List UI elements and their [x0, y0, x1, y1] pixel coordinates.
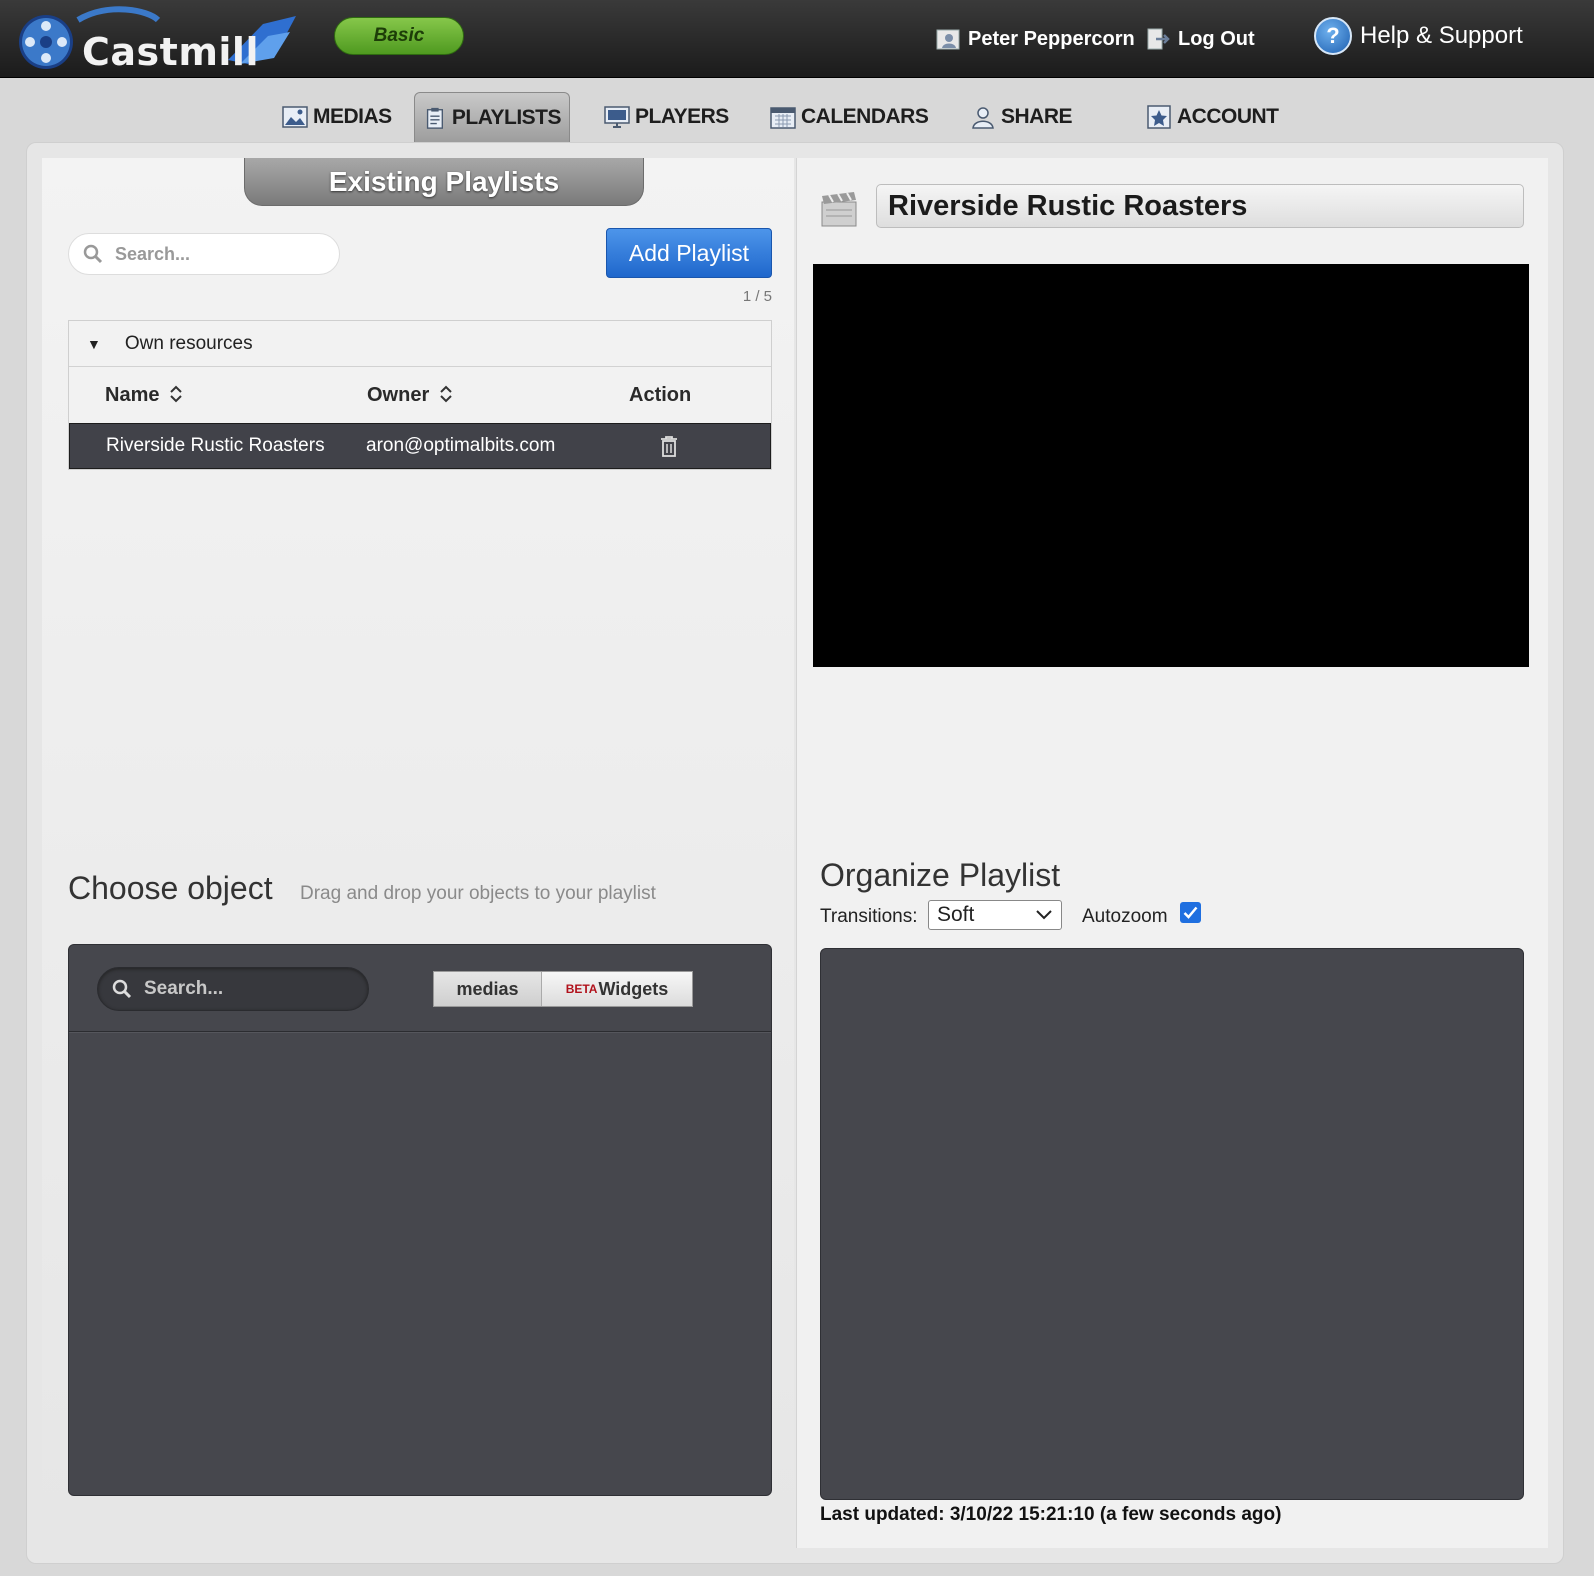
monitor-icon	[604, 106, 630, 128]
user-card-icon	[936, 29, 960, 50]
own-resources-label: Own resources	[124, 332, 253, 354]
tab-widgets-label: Widgets	[598, 978, 669, 999]
nav-players[interactable]: PLAYERS	[596, 92, 737, 142]
playlist-preview[interactable]	[813, 264, 1529, 667]
nav-calendars-label: CALENDARS	[801, 105, 929, 128]
table-row[interactable]: Riverside Rustic Roasters aron@optimalbi…	[69, 423, 771, 469]
nav-playlists[interactable]: PLAYLISTS	[414, 92, 570, 142]
clapperboard-icon	[821, 192, 857, 227]
playlist-drop-area[interactable]	[820, 948, 1524, 1500]
sort-icon	[170, 385, 182, 403]
user-name: Peter Peppercorn	[968, 27, 1135, 50]
castmill-logo[interactable]: Castmill	[18, 6, 308, 74]
checkmark-icon	[1183, 906, 1198, 919]
beta-badge: BETA	[565, 982, 598, 996]
main-nav: MEDIAS PLAYLISTS PLAYERS CALENDARS SHARE	[0, 92, 1594, 142]
last-updated-text: Last updated: 3/10/22 15:21:10 (a few se…	[820, 1504, 1282, 1525]
owner-column-header[interactable]: Owner	[367, 383, 453, 407]
object-search[interactable]	[97, 967, 369, 1011]
logout-link[interactable]: Log Out	[1146, 24, 1255, 54]
action-column-header: Action	[629, 383, 692, 406]
playlist-search[interactable]	[68, 233, 340, 275]
existing-playlists-header: Existing Playlists	[244, 158, 644, 206]
transitions-label: Transitions:	[820, 906, 918, 927]
playlist-name-cell: Riverside Rustic Roasters	[106, 435, 325, 456]
top-bar: Castmill Basic Peter Peppercorn Log Out …	[0, 0, 1594, 78]
nav-medias[interactable]: MEDIAS	[274, 92, 400, 142]
playlist-owner-cell: aron@optimalbits.com	[366, 435, 556, 456]
objects-browser: medias BETA Widgets	[68, 944, 772, 1496]
nav-share[interactable]: SHARE	[962, 92, 1080, 142]
nav-account-label: ACCOUNT	[1177, 105, 1279, 128]
object-search-input[interactable]	[144, 978, 344, 1000]
choose-object-title: Choose object	[68, 870, 273, 906]
logout-label: Log Out	[1178, 27, 1255, 50]
name-column-header[interactable]: Name	[105, 383, 183, 407]
user-profile-link[interactable]: Peter Peppercorn	[936, 24, 1135, 54]
pagination-indicator: 1 / 5	[742, 288, 772, 305]
help-icon: ?	[1314, 17, 1352, 55]
logo-text: Castmill	[82, 30, 259, 74]
playlist-search-input[interactable]	[115, 243, 315, 265]
search-icon	[83, 244, 103, 264]
owner-column-label: Owner	[367, 384, 430, 406]
name-column-label: Name	[105, 384, 160, 406]
add-playlist-button[interactable]: Add Playlist	[606, 228, 772, 278]
autozoom-label: Autozoom	[1082, 906, 1168, 927]
search-icon	[112, 979, 132, 999]
autozoom-checkbox[interactable]	[1180, 902, 1201, 923]
nav-medias-label: MEDIAS	[313, 105, 392, 128]
clipboard-icon	[426, 107, 443, 129]
logout-icon	[1147, 28, 1170, 50]
help-label: Help & Support	[1360, 22, 1523, 49]
nav-calendars[interactable]: CALENDARS	[762, 92, 936, 142]
own-resources-toggle[interactable]: ▼ Own resources	[69, 321, 771, 367]
choose-object-subtitle: Drag and drop your objects to your playl…	[300, 883, 656, 904]
nav-share-label: SHARE	[1001, 105, 1073, 128]
chevron-down-icon	[1036, 910, 1052, 920]
tab-medias[interactable]: medias	[434, 972, 542, 1006]
transitions-value: Soft	[937, 903, 975, 926]
delete-button[interactable]	[660, 435, 678, 463]
help-support-link[interactable]: ? Help & Support	[1314, 16, 1523, 56]
trash-icon	[661, 436, 677, 457]
sort-icon	[440, 385, 452, 403]
calendar-icon	[770, 107, 796, 129]
nav-account[interactable]: ACCOUNT	[1138, 92, 1287, 142]
star-badge-icon	[1147, 105, 1171, 129]
nav-players-label: PLAYERS	[635, 105, 729, 128]
organize-playlist-title: Organize Playlist	[820, 857, 1061, 893]
table-header: Name Owner Action	[69, 367, 771, 423]
transitions-select[interactable]: Soft	[928, 900, 1062, 930]
image-icon	[282, 106, 308, 128]
own-resources-panel: ▼ Own resources Name Owner Action Rivers…	[68, 320, 772, 470]
object-type-tabs: medias BETA Widgets	[433, 971, 693, 1007]
nav-playlists-label: PLAYLISTS	[451, 105, 562, 129]
playlist-name-field[interactable]: Riverside Rustic Roasters	[876, 184, 1524, 228]
plan-badge[interactable]: Basic	[334, 17, 464, 55]
divider	[69, 1031, 771, 1032]
users-icon	[972, 107, 994, 129]
collapse-triangle-icon: ▼	[87, 335, 101, 352]
tab-widgets[interactable]: BETA Widgets	[542, 972, 692, 1006]
